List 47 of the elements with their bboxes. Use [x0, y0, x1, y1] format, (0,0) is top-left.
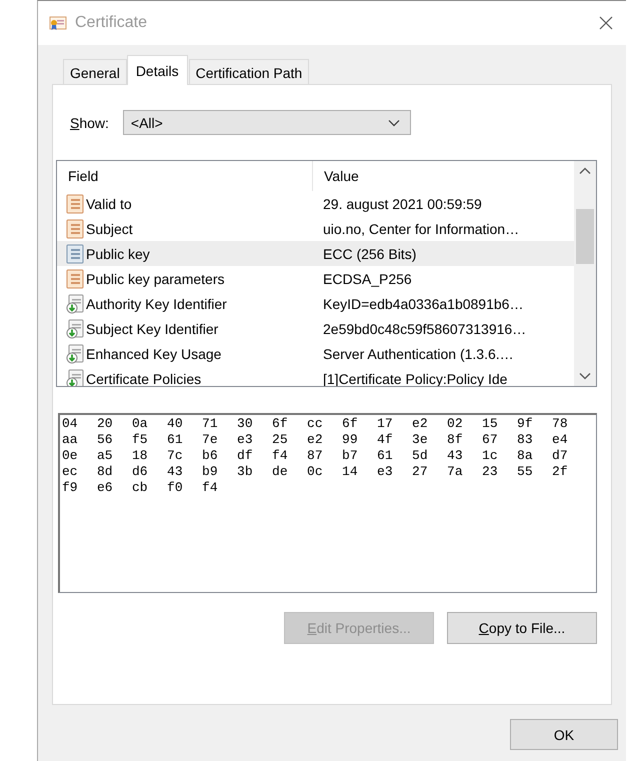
- scrollbar[interactable]: [574, 161, 596, 386]
- tab[interactable]: General: [63, 59, 127, 85]
- list-row[interactable]: Valid to 29. august 2021 00:59:59: [57, 191, 574, 216]
- field-value: 29. august 2021 00:59:59: [323, 196, 482, 212]
- list-row[interactable]: Public key ECC (256 Bits): [57, 241, 574, 266]
- field-value: ECDSA_P256: [323, 270, 412, 286]
- field-name: Subject: [86, 220, 133, 236]
- field-name: Public key parameters: [86, 270, 225, 286]
- action-button[interactable]: Copy to File...: [447, 612, 597, 644]
- scroll-up-icon[interactable]: [579, 167, 591, 175]
- list-row[interactable]: Enhanced Key Usage Server Authentication (1.3.6.…: [57, 341, 574, 366]
- tab[interactable]: Details: [126, 55, 188, 85]
- close-icon[interactable]: [598, 15, 614, 31]
- document-icon: [66, 244, 84, 264]
- field-name: Certificate Policies: [86, 370, 202, 386]
- field-value: 2e59bd0c48c59f58607313916…: [323, 320, 526, 336]
- document-download-icon: [66, 294, 84, 314]
- document-icon: [66, 194, 84, 214]
- field-value: Server Authentication (1.3.6.…: [323, 346, 514, 362]
- document-download-icon: [66, 318, 84, 338]
- column-header[interactable]: Value: [313, 161, 574, 191]
- field-name: Public key: [86, 246, 150, 262]
- show-dropdown[interactable]: <All>: [122, 110, 411, 135]
- list-row[interactable]: Subject Key Identifier 2e59bd0c48c59f58607313916…: [57, 316, 574, 341]
- tab[interactable]: Certification Path: [188, 59, 310, 85]
- window-title: Certificate: [75, 14, 148, 32]
- field-name: Valid to: [86, 196, 132, 212]
- field-name: Subject Key Identifier: [86, 320, 218, 336]
- scroll-down-icon[interactable]: [579, 372, 591, 380]
- show-label: Show:: [70, 114, 109, 130]
- ok-button[interactable]: OK: [510, 719, 618, 750]
- document-icon: [66, 268, 84, 288]
- field-value: KeyID=edb4a0336a1b0891b6…: [323, 296, 524, 312]
- document-icon: [66, 218, 84, 238]
- chevron-down-icon: [388, 118, 400, 126]
- column-header[interactable]: Field: [57, 161, 313, 191]
- field-name: Enhanced Key Usage: [86, 346, 222, 362]
- document-download-icon: [66, 344, 84, 364]
- list-row[interactable]: Authority Key Identifier KeyID=edb4a0336a1b0891b6…: [57, 291, 574, 316]
- scrollbar-thumb[interactable]: [576, 209, 594, 264]
- field-value: ECC (256 Bits): [323, 246, 416, 262]
- value-text-area[interactable]: 04 20 0a 40 71 30 6f cc 6f 17 e2 02 15 9f 78 aa 56 f5 61 7e e3 25 e2 99 4f 3e 8f 67 83 e4 0e a5 18 7c b6 df f4 87 b7 61 5d 43 1c 8a d7 ec 8d d6 43 b9 3b de 0c 14 e3 27 7a 23 55 2f f9 e6 cb f0 f4: [58, 413, 597, 593]
- list-row[interactable]: Public key parameters ECDSA_P256: [57, 266, 574, 291]
- field-value: uio.no, Center for Information…: [323, 220, 520, 236]
- list-row[interactable]: Subject uio.no, Center for Information…: [57, 216, 574, 241]
- certificate-icon: [49, 15, 67, 31]
- field-name: Authority Key Identifier: [86, 296, 227, 312]
